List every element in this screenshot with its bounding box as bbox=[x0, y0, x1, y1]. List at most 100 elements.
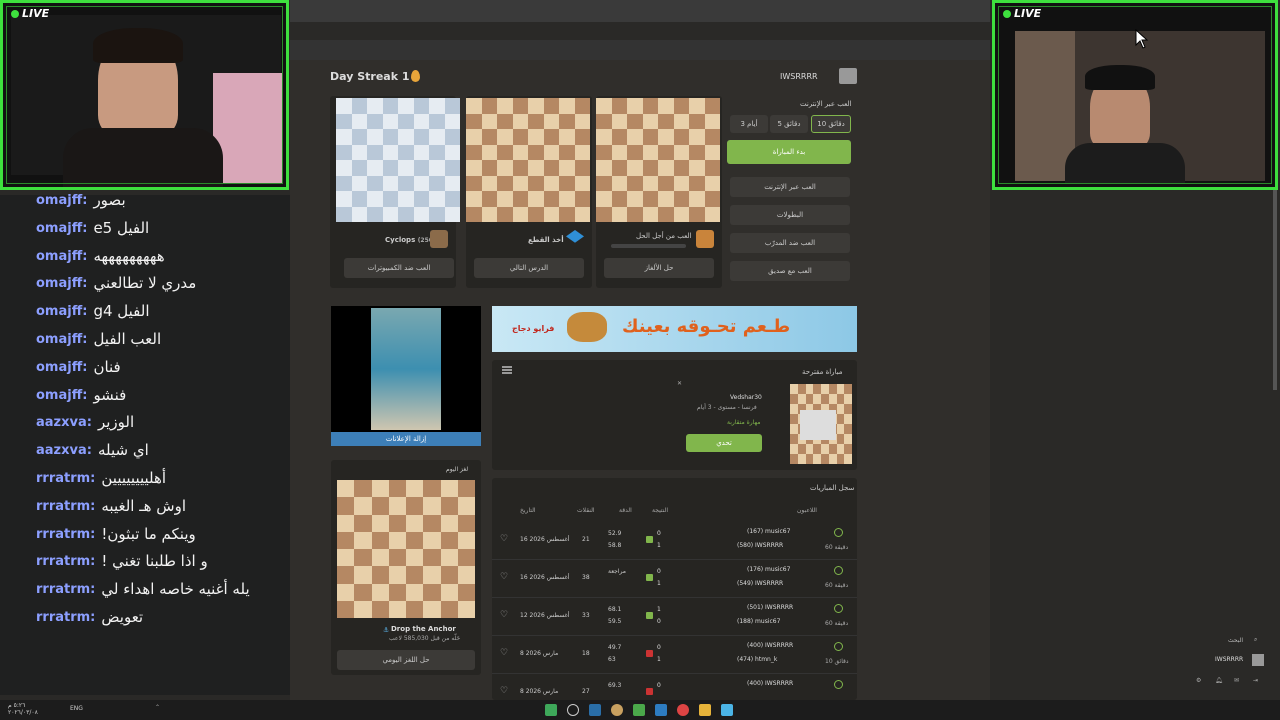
app-icon[interactable] bbox=[567, 704, 579, 716]
app-icon[interactable] bbox=[633, 704, 645, 716]
bell-icon[interactable]: 🔔︎ bbox=[1215, 677, 1223, 684]
next-lesson-button[interactable]: الدرس التالي bbox=[474, 258, 584, 278]
daily-puzzle-button[interactable]: حل اللغز اليومي bbox=[337, 650, 475, 670]
board-square bbox=[351, 191, 367, 207]
close-icon[interactable]: ✕ bbox=[677, 380, 682, 387]
chat-username[interactable]: omajff: bbox=[36, 243, 87, 270]
video-ad[interactable]: إزالة الإعلانات bbox=[331, 306, 481, 446]
table-row[interactable]: (167) music67 (580) IWSRRRR 60 دقيقة 0 1 52.9… bbox=[492, 522, 857, 560]
steam-icon[interactable] bbox=[589, 704, 601, 716]
board-square bbox=[543, 175, 559, 191]
score-1: 0 bbox=[657, 644, 661, 651]
challenge-button[interactable]: تحدي bbox=[686, 434, 762, 452]
menu-play-coach[interactable]: العب ضد المدرّب bbox=[730, 233, 850, 253]
chat-username[interactable]: omajff: bbox=[36, 298, 87, 325]
puzzle-board[interactable] bbox=[337, 480, 475, 618]
chat-username[interactable]: omajff: bbox=[36, 215, 87, 242]
heart-icon[interactable]: ♡ bbox=[500, 610, 508, 620]
menu-play-online[interactable]: العب عبر الإنترنت bbox=[730, 177, 850, 197]
menu-tournaments[interactable]: البطولات bbox=[730, 205, 850, 225]
chat-username[interactable]: aazxva: bbox=[36, 409, 92, 436]
board-square bbox=[512, 113, 528, 129]
menu-play-friend[interactable]: العب مع صديق bbox=[730, 261, 850, 281]
header-username[interactable]: IWSRRRR bbox=[780, 72, 818, 81]
gear-icon[interactable]: ⚙ bbox=[1196, 677, 1201, 684]
board-square bbox=[512, 191, 528, 207]
time-option-10min[interactable]: 10 دقائق bbox=[811, 115, 851, 133]
chat-username[interactable]: aazxva: bbox=[36, 437, 92, 464]
chat-message: omajff: مدري لا تطالعني bbox=[36, 270, 276, 297]
chat-username[interactable]: omajff: bbox=[36, 326, 87, 353]
collapse-icon[interactable]: ⇥ bbox=[1253, 677, 1258, 684]
board-square bbox=[627, 113, 643, 129]
folder-icon[interactable] bbox=[699, 704, 711, 716]
scrollbar[interactable] bbox=[1273, 190, 1277, 390]
board-square bbox=[497, 160, 513, 176]
heart-icon[interactable]: ♡ bbox=[500, 572, 508, 582]
chat-username[interactable]: rrratrm: bbox=[36, 521, 95, 548]
board-square bbox=[429, 129, 445, 145]
app-icon[interactable] bbox=[655, 704, 667, 716]
table-row[interactable]: (400) IWSRRRR (474) htmn_k 10 دقائق 0 1 49.7 6… bbox=[492, 636, 857, 674]
search-icon[interactable]: ⌕ bbox=[1254, 636, 1257, 644]
avatar[interactable] bbox=[839, 68, 857, 84]
chat-text: g4 الفيل bbox=[93, 302, 150, 321]
time-control: 10 دقائق bbox=[825, 658, 849, 665]
start-game-button[interactable]: بدء المباراة bbox=[727, 140, 851, 164]
heart-icon[interactable]: ♡ bbox=[500, 686, 508, 696]
avatar[interactable] bbox=[1252, 654, 1264, 666]
board-square bbox=[673, 191, 689, 207]
play-icon[interactable] bbox=[545, 704, 557, 716]
chat-message: rrratrm: يله أغنيه خاصه اهداء لي bbox=[36, 576, 276, 603]
heart-icon[interactable]: ♡ bbox=[500, 648, 508, 658]
language-indicator[interactable]: ENG bbox=[70, 705, 83, 712]
board-square bbox=[658, 160, 674, 176]
menu-icon[interactable] bbox=[502, 366, 512, 374]
board-square bbox=[382, 98, 398, 114]
board-square bbox=[406, 600, 424, 618]
board-square bbox=[497, 191, 513, 207]
play-computer-button[interactable]: العب ضد الكمبيوترات bbox=[344, 258, 454, 278]
board-square bbox=[440, 531, 458, 549]
banner-ad[interactable]: طـعم تحـوقه بعينك فرايو دجاج bbox=[492, 306, 857, 352]
chat-username[interactable]: rrratrm: bbox=[36, 465, 95, 492]
table-row[interactable]: (501) IWSRRRR (188) music67 60 دقيقة 1 0 68.1… bbox=[492, 598, 857, 636]
board-square bbox=[642, 144, 658, 160]
move-count: 38 bbox=[582, 574, 590, 581]
chat-username[interactable]: rrratrm: bbox=[36, 493, 95, 520]
board-square bbox=[466, 129, 482, 145]
score-2: 0 bbox=[657, 618, 661, 625]
app-icon[interactable] bbox=[721, 704, 733, 716]
chat-username[interactable]: omajff: bbox=[36, 270, 87, 297]
board-square bbox=[704, 206, 720, 222]
app-icon[interactable] bbox=[611, 704, 623, 716]
time-option-5min[interactable]: 5 دقائق bbox=[770, 115, 808, 133]
board-square bbox=[689, 191, 705, 207]
chat-message: omajff: بصور bbox=[36, 187, 276, 214]
board-square bbox=[821, 384, 829, 394]
progress-bar bbox=[611, 244, 686, 248]
chat-username[interactable]: rrratrm: bbox=[36, 604, 95, 631]
board-square bbox=[388, 600, 406, 618]
chat-username[interactable]: rrratrm: bbox=[36, 576, 95, 603]
board-square bbox=[382, 160, 398, 176]
chat-username[interactable]: omajff: bbox=[36, 187, 87, 214]
board-square bbox=[336, 144, 352, 160]
heart-icon[interactable]: ♡ bbox=[500, 534, 508, 544]
result-icon bbox=[646, 574, 653, 581]
chat-username[interactable]: rrratrm: bbox=[36, 548, 95, 575]
board-square bbox=[627, 144, 643, 160]
board-square bbox=[689, 98, 705, 114]
board-square bbox=[790, 434, 798, 444]
remove-ads-button[interactable]: إزالة الإعلانات bbox=[331, 432, 481, 446]
table-row[interactable]: (176) music67 (549) IWSRRRR 60 دقيقة 0 1 مراج… bbox=[492, 560, 857, 598]
chevron-up-icon[interactable]: ⌃ bbox=[155, 704, 160, 711]
board-square bbox=[406, 480, 424, 498]
chrome-icon[interactable] bbox=[677, 704, 689, 716]
time-option-3days[interactable]: 3 أيام bbox=[730, 115, 768, 133]
mail-icon[interactable]: ✉ bbox=[1234, 677, 1239, 684]
board-square bbox=[406, 549, 424, 567]
chat-username[interactable]: omajff: bbox=[36, 354, 87, 381]
chat-username[interactable]: omajff: bbox=[36, 382, 87, 409]
solve-puzzles-button[interactable]: حل الألغاز bbox=[604, 258, 714, 278]
